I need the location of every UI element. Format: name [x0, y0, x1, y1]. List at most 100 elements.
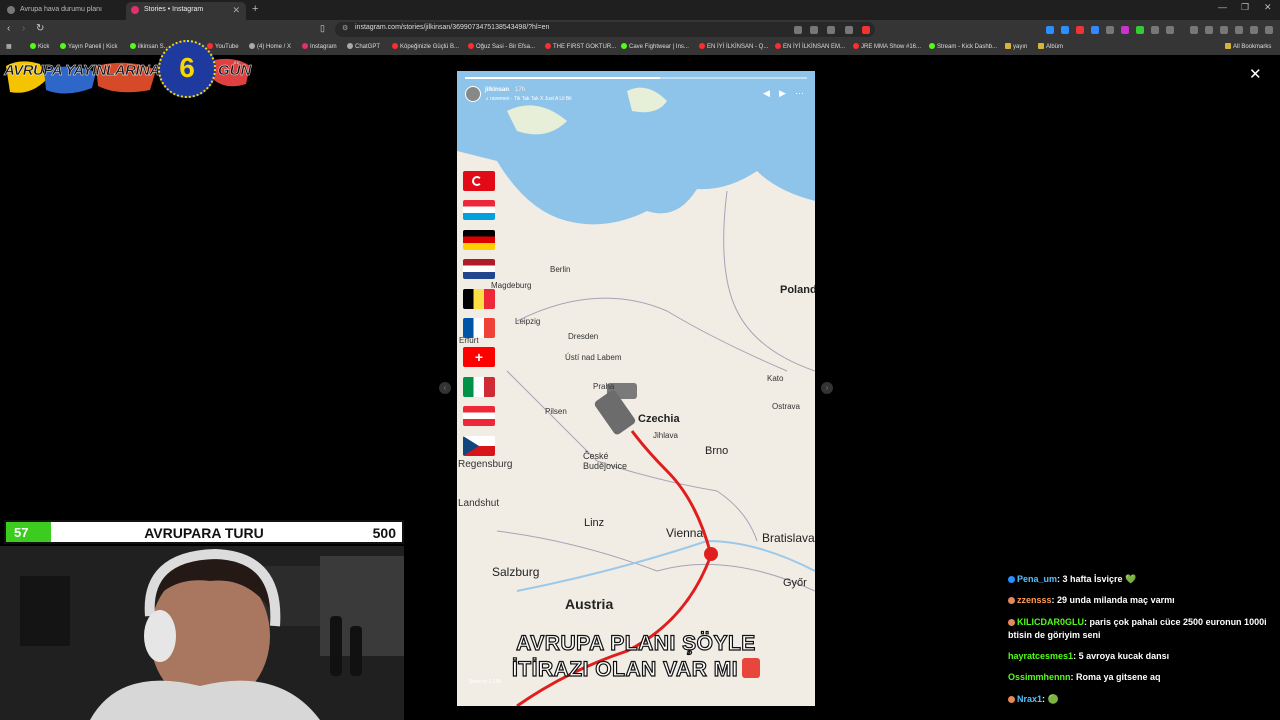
flag-austria: [463, 406, 495, 427]
play-icon[interactable]: ▶: [779, 88, 786, 99]
youtube-icon: [545, 43, 551, 49]
chat-username[interactable]: KILICDAR0GLU: [1017, 617, 1084, 627]
map-label-bratislava: Bratislava: [762, 531, 815, 545]
extension-icon[interactable]: [1106, 26, 1114, 34]
map-label-poland: Poland: [780, 284, 815, 296]
globe-icon: [7, 6, 15, 14]
chat-panel: Pena_um: 3 hafta İsviçre 💚 zzensss: 29 u…: [1004, 556, 1280, 720]
scoreboard-title: AVRUPARA TURU: [144, 525, 264, 541]
map-graphic: [457, 71, 815, 706]
map-label-erfurt: Erfurt: [459, 336, 479, 345]
cast-icon[interactable]: [794, 26, 802, 34]
bookmark-icon[interactable]: ▯: [320, 23, 325, 34]
more-options-icon[interactable]: ⋯: [795, 88, 804, 99]
site-info-icon[interactable]: ⚙: [342, 24, 348, 32]
downloads-icon[interactable]: [1235, 26, 1243, 34]
tab-instagram-stories[interactable]: Stories • Instagram ✕: [126, 2, 246, 20]
sidebar-icon[interactable]: [1220, 26, 1228, 34]
folder-icon: [1038, 43, 1044, 49]
previous-story-icon[interactable]: ‹: [439, 382, 451, 394]
chat-message: Pena_um: 3 hafta İsviçre 💚: [1008, 573, 1276, 586]
bookmark-video-2[interactable]: Oğuz Sasi - Bir Efsa...: [468, 43, 535, 50]
youtube-icon: [699, 43, 705, 49]
close-story-icon[interactable]: ✕: [1249, 65, 1262, 83]
chat-badge-icon: [1008, 696, 1015, 703]
forward-icon[interactable]: ›: [22, 23, 25, 34]
folder-icon: [1225, 43, 1231, 49]
url-text: instagram.com/stories/jilkinsan/36990734…: [355, 24, 550, 31]
story-username[interactable]: jilkinsan: [485, 87, 509, 93]
close-window-icon[interactable]: ✕: [1264, 2, 1272, 13]
restore-icon[interactable]: ❐: [1241, 2, 1249, 13]
emoji-icon: [742, 658, 761, 678]
next-story-icon[interactable]: ›: [821, 382, 833, 394]
extension-icon[interactable]: [1136, 26, 1144, 34]
flag-germany: [463, 229, 495, 250]
bookmark-x[interactable]: (4) Home / X: [249, 43, 291, 50]
bookmark-video-5[interactable]: EN İYİ İLKİNSAN EM...: [775, 43, 845, 50]
back-icon[interactable]: ‹: [7, 23, 10, 34]
profile-icon[interactable]: [1250, 26, 1258, 34]
story-progress: [465, 77, 807, 79]
extension-icon[interactable]: [1061, 26, 1069, 34]
map-label-pilsen: Pilsen: [545, 407, 567, 416]
chat-username[interactable]: Pena_um: [1017, 574, 1057, 584]
bookmark-instagram[interactable]: Instagram: [302, 43, 337, 50]
tab-title: Avrupa hava durumu planı: [20, 6, 102, 13]
bookmark-video-1[interactable]: Köpeğinizle Güçlü B...: [392, 43, 459, 50]
extension-icon[interactable]: [1121, 26, 1129, 34]
extension-icon[interactable]: [1076, 26, 1084, 34]
map-label-czechia: Czechia: [638, 413, 680, 425]
all-bookmarks[interactable]: All Bookmarks: [1225, 43, 1271, 50]
bookmark-chatgpt[interactable]: ChatGPT: [347, 43, 380, 50]
story-frame[interactable]: jilkinsan 17h ♫ ravemen · Tik Tak Tak X …: [457, 71, 815, 706]
close-tab-icon[interactable]: ✕: [232, 2, 240, 18]
media-icon[interactable]: [1190, 26, 1198, 34]
shield-icon[interactable]: [845, 26, 853, 34]
extension-icon[interactable]: [1091, 26, 1099, 34]
story-header: jilkinsan 17h ♫ ravemen · Tik Tak Tak X …: [465, 86, 807, 108]
menu-icon[interactable]: [1265, 26, 1273, 34]
chat-username[interactable]: zzensss: [1017, 595, 1052, 605]
story-seen-by[interactable]: Seen by 2,156: [469, 679, 501, 685]
flag-turkey: [463, 171, 495, 191]
share-icon[interactable]: [827, 26, 835, 34]
kick-icon: [929, 43, 935, 49]
youtube-icon: [392, 43, 398, 49]
tab-weather-plan[interactable]: Avrupa hava durumu planı: [2, 2, 122, 20]
chat-message: zzensss: 29 unda milanda maç varmı: [1008, 594, 1276, 607]
story-time: 17h: [515, 87, 526, 93]
minimize-icon[interactable]: —: [1218, 2, 1227, 12]
map-label-praha: Praha: [593, 382, 615, 391]
avatar[interactable]: [465, 86, 481, 102]
alert-icon[interactable]: [862, 26, 870, 34]
zoom-icon[interactable]: [810, 26, 818, 34]
map-label-berlin: Berlin: [550, 265, 571, 274]
reading-list-icon[interactable]: [1205, 26, 1213, 34]
new-tab-icon[interactable]: +: [252, 3, 258, 15]
bookmark-cave[interactable]: Cave Fightwear | Ins...: [621, 43, 689, 50]
caption-line-1: AVRUPA PLANI ŞÖYLE: [516, 631, 756, 655]
extension-icon[interactable]: [1166, 26, 1174, 34]
logo-text-right: GÜN: [218, 62, 252, 79]
mute-icon[interactable]: ◀︎: [763, 88, 770, 99]
chat-text: 3 hafta İsviçre 💚: [1062, 574, 1137, 584]
extension-icon[interactable]: [1151, 26, 1159, 34]
bookmark-folder-album[interactable]: Albüm: [1038, 43, 1063, 50]
flag-italy: [463, 376, 495, 397]
extension-icon[interactable]: [1046, 26, 1054, 34]
bookmark-video-6[interactable]: JRE MMA Show #16...: [853, 43, 921, 50]
bookmark-video-4[interactable]: EN İYİ İLKİNSAN - Q...: [699, 43, 768, 50]
chat-message: hayratcesmes1: 5 avroya kucak dansı: [1008, 651, 1170, 661]
reload-icon[interactable]: ↻: [36, 23, 44, 34]
story-music[interactable]: ♫ ravemen · Tik Tak Tak X Just A Lil Bit: [485, 96, 572, 102]
story-progress-fill: [465, 77, 660, 79]
bookmark-video-3[interactable]: THE FIRST GOKTUR...: [545, 43, 616, 50]
chat-username[interactable]: Ossimmhennn: [1008, 672, 1071, 682]
youtube-icon: [775, 43, 781, 49]
bookmark-folder-yayin[interactable]: yayın: [1005, 43, 1027, 50]
bookmark-kick-dashboard[interactable]: Stream - Kick Dashb...: [929, 43, 997, 50]
chat-username[interactable]: hayratcesmes1: [1008, 651, 1073, 661]
chat-username[interactable]: Nrax1: [1017, 694, 1042, 704]
scoreboard: 57 AVRUPARA TURU 500: [4, 520, 404, 544]
